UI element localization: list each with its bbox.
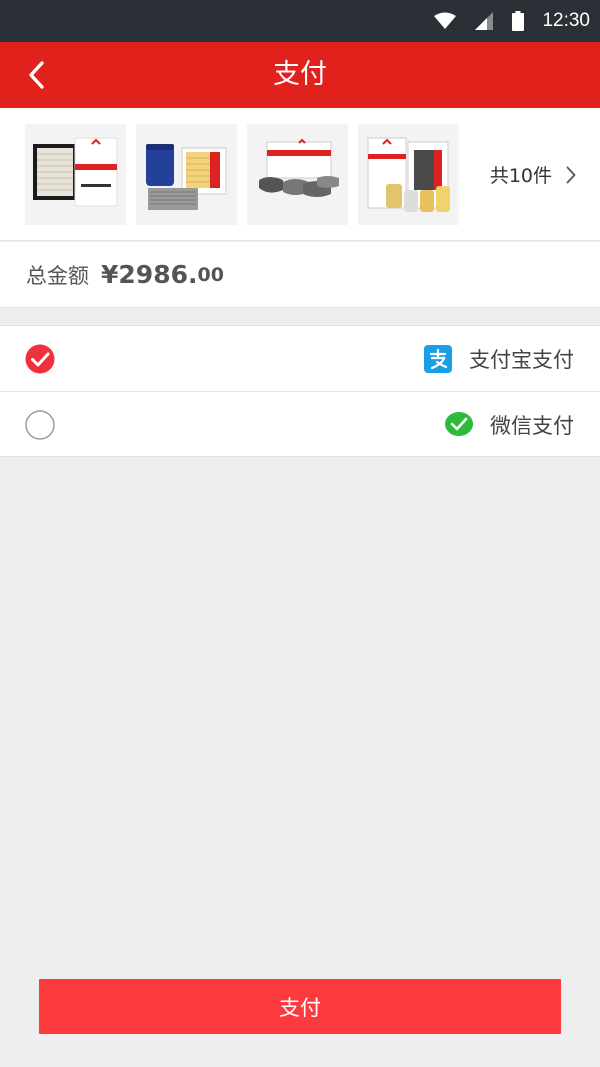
radio-unchecked-icon[interactable] <box>25 410 55 440</box>
wifi-icon <box>434 12 457 29</box>
total-amount: ¥2986. <box>101 260 197 289</box>
amount-cents: 00 <box>197 263 224 286</box>
battery-icon <box>512 11 525 31</box>
product-thumbnail-filter-kit[interactable] <box>358 124 459 225</box>
item-count-label: 共10件 <box>489 165 552 187</box>
total-row: 总金额 ¥2986. 00 <box>0 242 600 308</box>
payment-label-alipay: 支付宝支付 <box>469 348 574 372</box>
product-thumbnail-air-filter[interactable] <box>25 124 126 225</box>
payment-label-wechat: 微信支付 <box>490 414 574 438</box>
item-count-link[interactable]: 共10件 <box>490 124 576 225</box>
product-thumbnail-oil-and-air-filter[interactable] <box>136 124 237 225</box>
status-icons: 12:30 <box>416 0 590 42</box>
pay-button[interactable]: 支付 <box>39 979 561 1034</box>
currency-symbol: ¥ <box>101 260 119 289</box>
wechat-pay-icon <box>445 412 473 436</box>
signal-icon <box>475 12 494 30</box>
chevron-right-icon <box>566 166 576 183</box>
alipay-icon <box>424 345 452 373</box>
payment-option-wechat[interactable]: 微信支付 <box>0 391 600 457</box>
total-label: 总金额 <box>26 263 89 288</box>
header-bar: 支付 <box>0 42 600 108</box>
product-thumbnail-brake-pads[interactable] <box>247 124 348 225</box>
page-title: 支付 <box>273 59 327 90</box>
status-time: 12:30 <box>542 10 590 31</box>
product-strip[interactable]: 共10件 <box>0 108 600 241</box>
amount-integer: 2986. <box>118 260 198 289</box>
radio-checked-icon[interactable] <box>25 344 55 374</box>
status-bar: 12:30 <box>0 0 600 42</box>
payment-method-list: 支付宝支付 微信支付 <box>0 325 600 457</box>
payment-option-alipay[interactable]: 支付宝支付 <box>0 325 600 391</box>
